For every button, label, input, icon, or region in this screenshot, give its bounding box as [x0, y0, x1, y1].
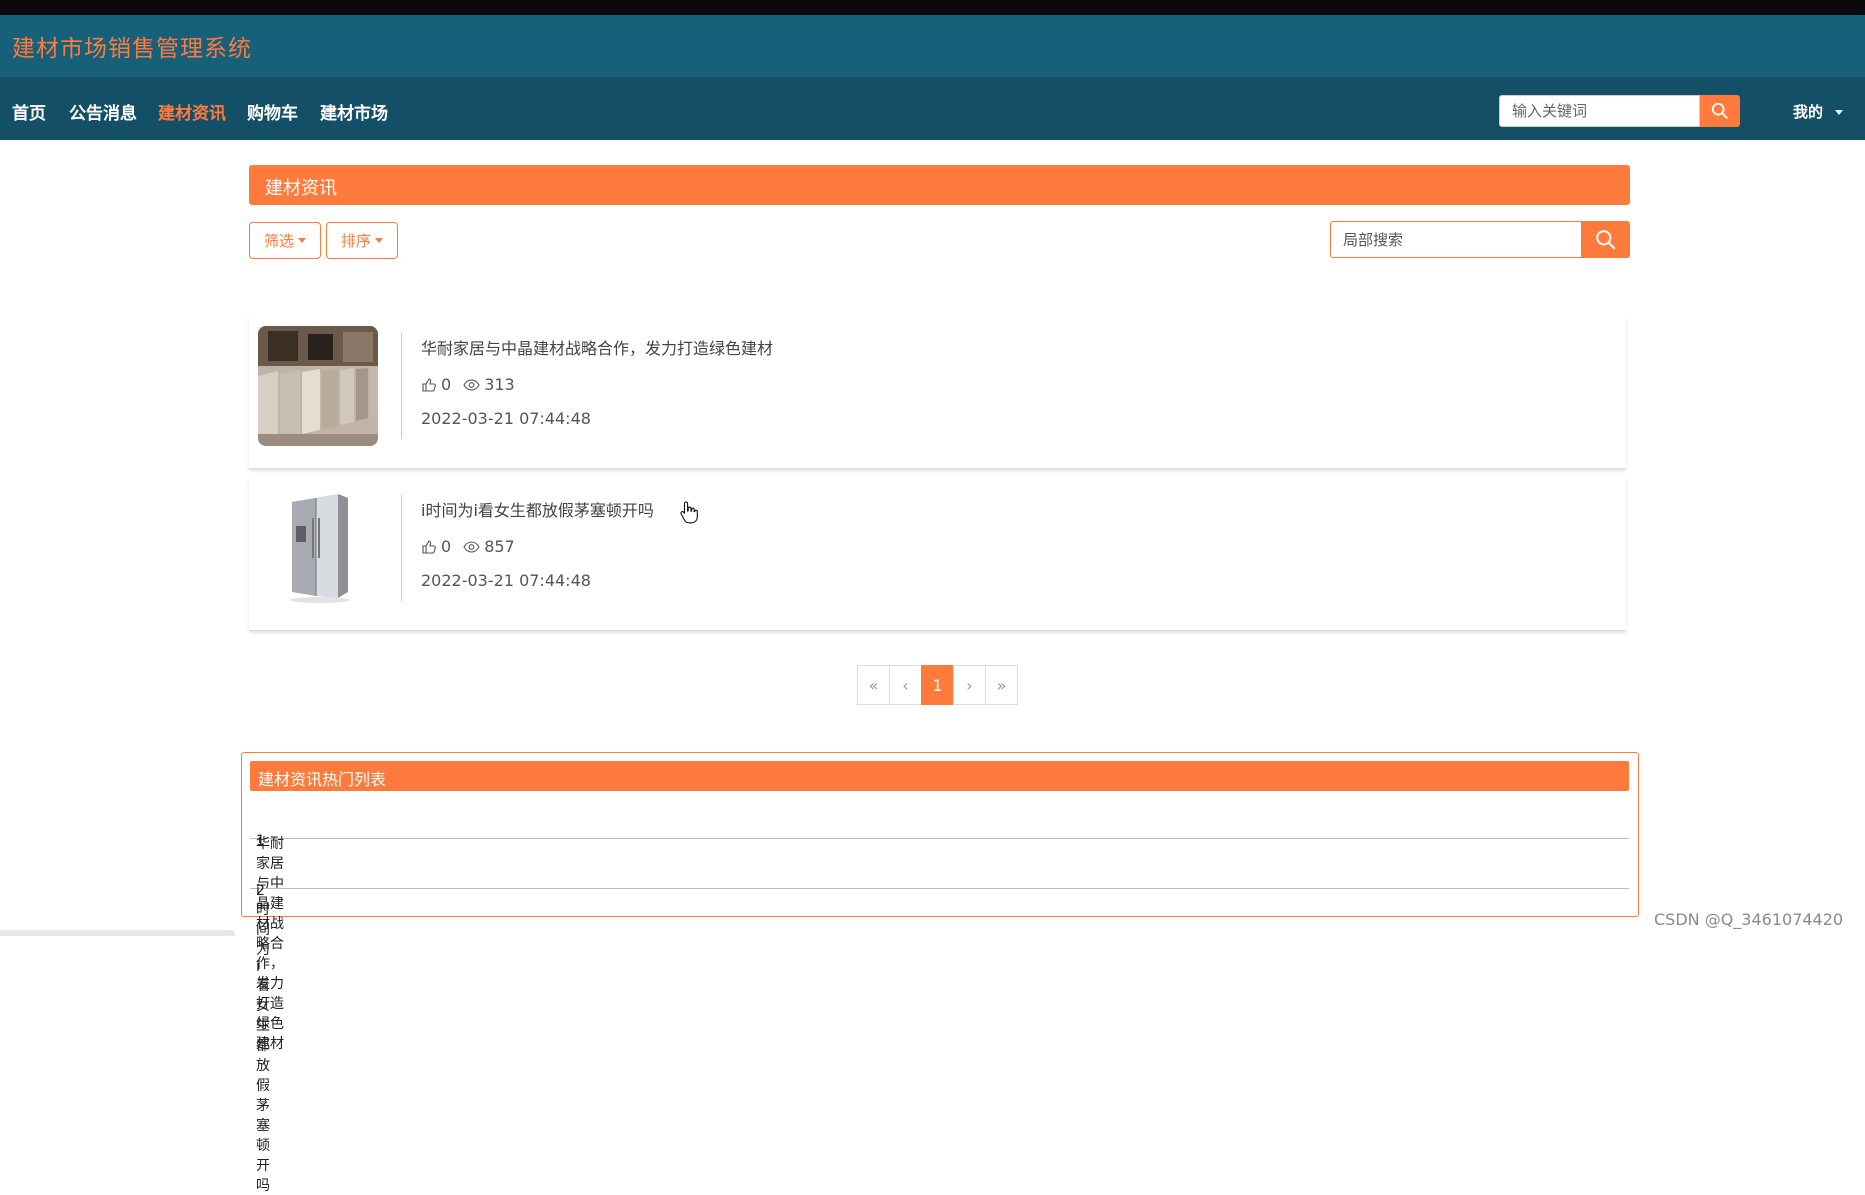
- window-top-strip: [0, 0, 1865, 15]
- view-count: 857: [484, 537, 515, 556]
- hand-cursor-icon: [680, 500, 698, 528]
- pagination: « ‹ 1 › »: [857, 665, 1018, 705]
- eye-icon: [463, 377, 480, 393]
- article-stats: 0 857: [421, 537, 527, 556]
- hot-title: i时间为i看女生都放假茅塞顿开吗: [256, 883, 270, 1194]
- eye-icon: [463, 539, 480, 555]
- browser-status-strip: [0, 930, 235, 936]
- view-count: 313: [484, 375, 515, 394]
- nav-item-home[interactable]: 首页: [12, 99, 46, 124]
- hot-list-title: 建材资讯热门列表: [258, 770, 387, 789]
- chevron-down-icon: [298, 238, 306, 243]
- card-divider: [401, 333, 402, 439]
- keyword-search-button[interactable]: [1700, 95, 1740, 127]
- hot-list-panel: 建材资讯热门列表 1 华耐家居与中晶建材战略合作，发力打造绿色建材 2 i时间为…: [241, 752, 1639, 1194]
- sort-button[interactable]: 排序: [326, 222, 398, 259]
- like-count: 0: [441, 375, 452, 394]
- keyword-search-input[interactable]: [1499, 95, 1700, 127]
- chevron-down-icon: [375, 238, 383, 243]
- hot-list-header: 建材资讯热门列表: [250, 761, 1629, 791]
- page-first-button[interactable]: «: [857, 665, 890, 705]
- sort-label: 排序: [340, 232, 371, 250]
- thumbs-up-icon[interactable]: [421, 377, 437, 393]
- watermark-text: CSDN @Q_3461074420: [1654, 910, 1844, 929]
- user-menu-label: 我的: [1793, 103, 1824, 121]
- filter-label: 筛选: [263, 232, 294, 250]
- chevron-down-icon: [1835, 110, 1844, 115]
- article-title[interactable]: 华耐家居与中晶建材战略合作，发力打造绿色建材: [421, 335, 773, 359]
- page-number-button[interactable]: 1: [921, 665, 954, 705]
- hot-list-item[interactable]: 1 华耐家居与中晶建材战略合作，发力打造绿色建材: [250, 793, 1629, 1052]
- article-card[interactable]: 华耐家居与中晶建材战略合作，发力打造绿色建材 0 313 2022-03-21 …: [249, 315, 1626, 469]
- search-icon: [1711, 102, 1728, 119]
- local-search-button[interactable]: [1581, 221, 1630, 258]
- nav-item-cart[interactable]: 购物车: [247, 99, 298, 124]
- article-thumbnail[interactable]: [258, 326, 378, 446]
- section-title: 建材资讯: [265, 178, 337, 199]
- hot-list-item[interactable]: 2 i时间为i看女生都放假茅塞顿开吗: [250, 843, 1629, 1194]
- page-prev-button[interactable]: ‹: [889, 665, 922, 705]
- article-title[interactable]: i时间为i看女生都放假茅塞顿开吗: [421, 497, 654, 521]
- card-divider: [401, 495, 402, 601]
- thumbs-up-icon[interactable]: [421, 539, 437, 555]
- user-menu[interactable]: 我的: [1793, 101, 1844, 122]
- article-thumbnail[interactable]: [258, 488, 378, 608]
- nav-item-announcements[interactable]: 公告消息: [69, 99, 137, 124]
- search-icon: [1595, 229, 1616, 250]
- filter-button[interactable]: 筛选: [249, 222, 321, 259]
- article-date: 2022-03-21 07:44:48: [421, 409, 591, 428]
- brand-bar: [0, 15, 1865, 77]
- article-date: 2022-03-21 07:44:48: [421, 571, 591, 590]
- section-header: 建材资讯: [249, 165, 1630, 205]
- local-search-input[interactable]: [1330, 221, 1581, 258]
- page-last-button[interactable]: »: [985, 665, 1018, 705]
- article-card[interactable]: i时间为i看女生都放假茅塞顿开吗 0 857 2022-03-21 07:44:…: [249, 477, 1626, 631]
- nav-item-market[interactable]: 建材市场: [320, 99, 388, 124]
- article-stats: 0 313: [421, 375, 527, 394]
- app-title: 建材市场销售管理系统: [12, 36, 252, 62]
- page-next-button[interactable]: ›: [953, 665, 986, 705]
- nav-item-news[interactable]: 建材资讯: [158, 99, 226, 124]
- like-count: 0: [441, 537, 452, 556]
